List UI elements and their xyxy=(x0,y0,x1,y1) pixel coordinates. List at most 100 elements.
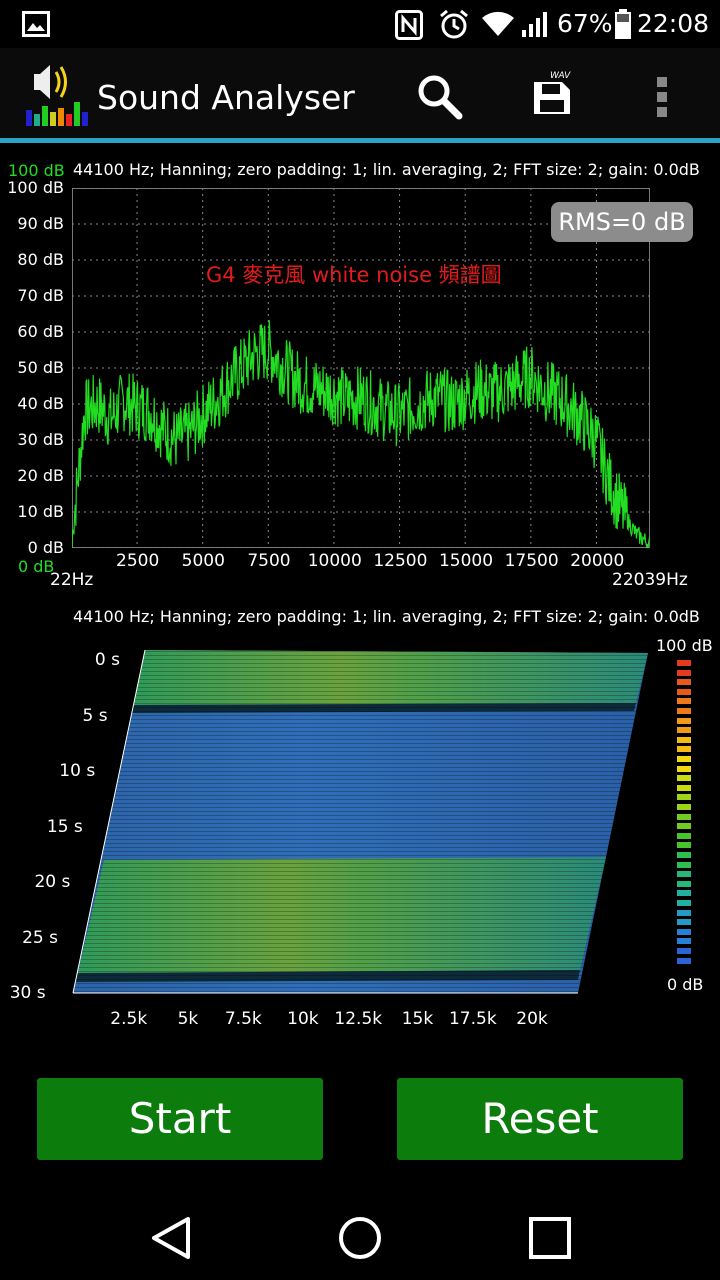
legend-color-step xyxy=(677,852,691,858)
spectrum-y-tick-label: 40 dB xyxy=(17,394,64,413)
legend-color-step xyxy=(677,669,691,676)
spectrogram-frequency-tick-label: 20k xyxy=(516,1009,548,1029)
start-button[interactable]: Start xyxy=(37,1078,323,1160)
spectrogram-time-tick-label: 0 s xyxy=(94,650,120,670)
signal-icon xyxy=(522,12,547,37)
legend-color-step xyxy=(677,756,691,762)
legend-color-step xyxy=(677,746,691,753)
spectrogram-frequency-tick-label: 17.5k xyxy=(448,1009,497,1029)
spectrum-y-tick-label: 10 dB xyxy=(17,502,64,521)
spectrogram-frequency-tick-label: 7.5k xyxy=(224,1009,262,1029)
spectrum-series-line xyxy=(72,319,650,548)
legend-color-step xyxy=(677,784,691,791)
legend-color-step xyxy=(677,919,691,926)
search-icon[interactable] xyxy=(416,73,464,121)
legend-color-step xyxy=(677,871,691,878)
legend-color-step xyxy=(677,832,691,839)
nfc-icon xyxy=(395,10,423,40)
spectrum-x-tick-label: 17500 xyxy=(504,551,559,571)
spectrum-y-tick-label: 0 dB xyxy=(27,538,64,557)
spectrum-bottom-db-label: 0 dB xyxy=(18,557,55,576)
spectrum-x-tick-label: 15000 xyxy=(438,551,494,571)
legend-color-step xyxy=(677,842,691,849)
legend-color-step xyxy=(677,660,691,666)
spectrum-y-tick-label: 20 dB xyxy=(17,466,64,485)
legend-color-step xyxy=(677,813,691,820)
home-icon[interactable] xyxy=(338,1216,382,1260)
spectrogram-info-text: 44100 Hz; Hanning; zero padding: 1; lin.… xyxy=(73,607,700,626)
legend-color-step xyxy=(677,928,691,935)
spectrogram-frequency-tick-label: 2.5k xyxy=(110,1009,148,1029)
spectrogram-time-tick-label: 15 s xyxy=(46,816,83,837)
spectrum-x-max-label: 22039Hz xyxy=(612,570,688,590)
spectrum-x-min-label: 22Hz xyxy=(50,570,94,590)
spectrum-x-tick-label: 2500 xyxy=(116,551,160,571)
spectrum-annotation: G4 麥克風 white noise 頻譜圖 xyxy=(206,263,502,287)
legend-color-step xyxy=(677,708,691,714)
legend-color-step xyxy=(677,804,691,810)
spectrogram-3d-plot xyxy=(72,649,648,994)
spectrum-y-tick-label: 100 dB xyxy=(7,178,64,197)
spectrogram-color-legend xyxy=(677,660,691,968)
legend-color-step xyxy=(677,880,691,887)
spectrogram-time-tick-label: 25 s xyxy=(22,927,58,948)
legend-color-step xyxy=(677,698,691,705)
rms-badge: RMS=0 dB xyxy=(551,202,693,242)
legend-color-step xyxy=(677,775,691,782)
spectrogram-legend-max: 100 dB xyxy=(656,636,713,655)
spectrum-chart xyxy=(72,188,650,548)
battery-percent: 67% xyxy=(557,9,613,38)
spectrum-y-tick-label: 60 dB xyxy=(17,322,64,341)
spectrogram-time-tick-label: 10 s xyxy=(59,761,96,781)
legend-color-step xyxy=(677,717,691,724)
legend-color-step xyxy=(677,736,691,743)
battery-icon xyxy=(615,9,631,39)
reset-button[interactable]: Reset xyxy=(397,1078,683,1160)
spectrum-y-tick-label: 30 dB xyxy=(17,430,64,449)
spectrum-info-text: 44100 Hz; Hanning; zero padding: 1; lin.… xyxy=(73,160,700,179)
alarm-icon xyxy=(440,9,468,39)
spectrum-y-tick-label: 80 dB xyxy=(17,250,64,269)
legend-color-step xyxy=(677,794,691,801)
legend-color-step xyxy=(677,900,691,906)
legend-color-step xyxy=(677,679,691,686)
spectrogram-frequency-tick-label: 12.5k xyxy=(334,1009,383,1029)
overflow-menu-icon[interactable] xyxy=(656,76,670,118)
spectrum-x-tick-label: 10000 xyxy=(307,551,362,571)
spectrogram-frequency-tick-label: 10k xyxy=(287,1009,319,1029)
spectrum-x-tick-label: 7500 xyxy=(247,551,291,571)
spectrum-y-tick-label: 90 dB xyxy=(17,214,64,233)
spectrogram-time-tick-label: 30 s xyxy=(9,983,46,1003)
status-bar: 67% 22:08 xyxy=(0,0,720,48)
legend-color-step xyxy=(677,948,691,954)
recents-icon[interactable] xyxy=(528,1216,572,1260)
legend-color-step xyxy=(677,861,691,868)
gallery-notification-icon xyxy=(22,11,50,37)
navigation-bar xyxy=(0,1190,720,1280)
spectrogram-time-tick-label: 5 s xyxy=(82,705,108,726)
spectrum-y-tick-label: 70 dB xyxy=(17,286,64,305)
spectrum-x-tick-label: 20000 xyxy=(570,551,625,571)
app-bar-divider xyxy=(0,138,720,143)
spectrum-x-tick-label: 12500 xyxy=(373,551,428,571)
spectrogram-frequency-tick-label: 15k xyxy=(401,1009,434,1029)
legend-color-step xyxy=(677,909,691,916)
legend-color-step xyxy=(677,957,691,964)
save-wav-icon[interactable]: WAV xyxy=(530,68,578,118)
legend-color-step xyxy=(677,938,691,945)
legend-color-step xyxy=(677,823,691,830)
legend-color-step xyxy=(677,765,691,772)
wifi-icon xyxy=(482,11,514,36)
svg-text:WAV: WAV xyxy=(550,71,571,81)
spectrum-y-tick-label: 50 dB xyxy=(17,358,64,377)
spectrogram-legend-min: 0 dB xyxy=(667,975,704,994)
spectrogram-frequency-tick-label: 5k xyxy=(177,1009,199,1029)
legend-color-step xyxy=(677,890,691,897)
back-icon[interactable] xyxy=(150,1216,192,1260)
legend-color-step xyxy=(677,727,691,734)
spectrum-x-tick-label: 5000 xyxy=(181,551,225,571)
app-title: Sound Analyser xyxy=(97,78,355,117)
app-logo-icon xyxy=(26,65,88,126)
clock-time: 22:08 xyxy=(637,9,710,38)
legend-color-step xyxy=(677,688,691,695)
